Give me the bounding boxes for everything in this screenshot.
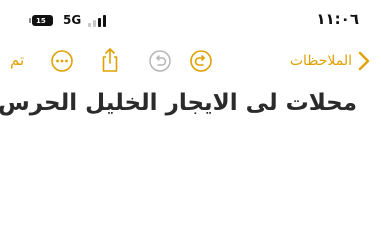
battery-level: 15 [36, 17, 46, 25]
back-label: الملاحظات [289, 53, 352, 69]
note-title[interactable]: محلات لى الايجار الخليل الحرس [0, 90, 357, 116]
chevron-back-icon [358, 51, 370, 71]
back-button[interactable]: الملاحظات [290, 49, 371, 73]
status-time: ١١:٠٦ [316, 10, 359, 28]
redo-icon[interactable] [189, 49, 213, 73]
done-button[interactable]: تم [10, 51, 24, 69]
signal-bars-icon [88, 15, 108, 27]
more-icon[interactable] [50, 49, 74, 73]
undo-icon[interactable] [148, 49, 172, 73]
note-toolbar: تم الملاحظات [0, 47, 381, 75]
status-bar: 15 5G ١١:٠٦ [0, 0, 381, 40]
battery-icon: 15 [29, 15, 55, 27]
network-type: 5G [63, 13, 82, 27]
share-icon[interactable] [98, 47, 122, 72]
